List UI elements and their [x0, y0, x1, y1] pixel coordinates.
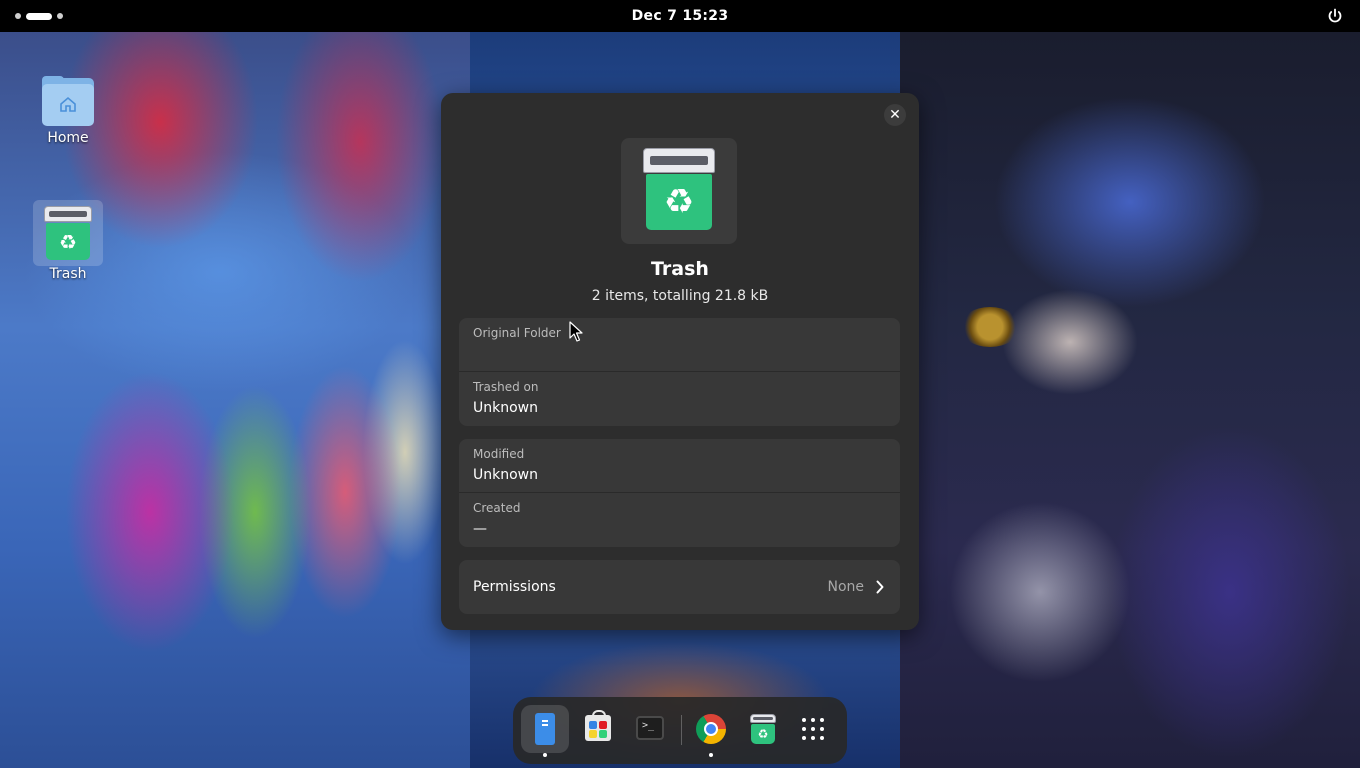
desktop-icon-trash[interactable]: ♻ Trash — [33, 200, 103, 282]
trash-icon: ♻ — [643, 148, 715, 230]
dock-item-trash[interactable]: ♻ — [739, 705, 787, 753]
dock: >_ ♻ — [513, 697, 847, 764]
desktop-icon-home[interactable]: Home — [33, 74, 103, 146]
clock[interactable]: Dec 7 15:23 — [0, 0, 1360, 32]
chrome-icon — [696, 714, 726, 744]
permissions-value: None — [827, 579, 864, 595]
info-key: Modified — [473, 447, 525, 461]
dock-item-chrome[interactable] — [687, 705, 735, 757]
files-icon — [535, 713, 555, 745]
power-icon[interactable] — [1327, 8, 1343, 24]
close-button[interactable]: ✕ — [884, 104, 906, 126]
top-bar: Dec 7 15:23 — [0, 0, 1360, 32]
close-icon: ✕ — [889, 107, 901, 123]
dock-item-files[interactable] — [521, 705, 569, 757]
info-value: — — [473, 521, 487, 537]
dock-item-software[interactable] — [574, 705, 622, 753]
wallpaper-character — [900, 32, 1360, 768]
location-info-group: Original Folder Trashed on Unknown — [459, 318, 900, 426]
terminal-icon: >_ — [636, 716, 664, 740]
info-row-original-folder: Original Folder — [459, 318, 900, 372]
properties-dialog: ✕ ♻ Trash 2 items, totalling 21.8 kB Ori… — [441, 93, 919, 630]
wallpaper-eye — [960, 307, 1020, 347]
app-grid-icon — [802, 718, 824, 740]
desktop-icon-label: Home — [47, 130, 89, 146]
info-row-modified: Modified Unknown — [459, 439, 900, 493]
software-store-icon — [585, 710, 611, 741]
running-indicator — [543, 753, 547, 757]
item-summary: 2 items, totalling 21.8 kB — [591, 288, 769, 304]
desktop-icon-label: Trash — [49, 266, 87, 282]
running-indicator — [709, 753, 713, 757]
info-row-trashed-on: Trashed on Unknown — [459, 372, 900, 426]
permissions-row[interactable]: Permissions None — [459, 560, 900, 614]
info-row-created: Created — — [459, 493, 900, 547]
mouse-cursor-icon — [569, 321, 583, 342]
chevron-right-icon — [876, 580, 884, 594]
info-value: Unknown — [473, 400, 538, 416]
permissions-label: Permissions — [473, 579, 556, 595]
info-key: Created — [473, 501, 521, 515]
trash-icon: ♻ — [44, 206, 92, 260]
info-key: Trashed on — [473, 380, 539, 394]
folder-home-icon — [42, 74, 94, 126]
info-key: Original Folder — [473, 326, 561, 340]
info-value: Unknown — [473, 467, 538, 483]
trash-icon: ♻ — [750, 714, 776, 744]
item-icon-preview: ♻ — [621, 138, 737, 244]
dock-item-show-apps[interactable] — [789, 705, 837, 753]
dock-separator — [681, 715, 682, 745]
dock-item-terminal[interactable]: >_ — [626, 705, 674, 753]
item-title: Trash — [651, 258, 709, 280]
dates-info-group: Modified Unknown Created — — [459, 439, 900, 547]
